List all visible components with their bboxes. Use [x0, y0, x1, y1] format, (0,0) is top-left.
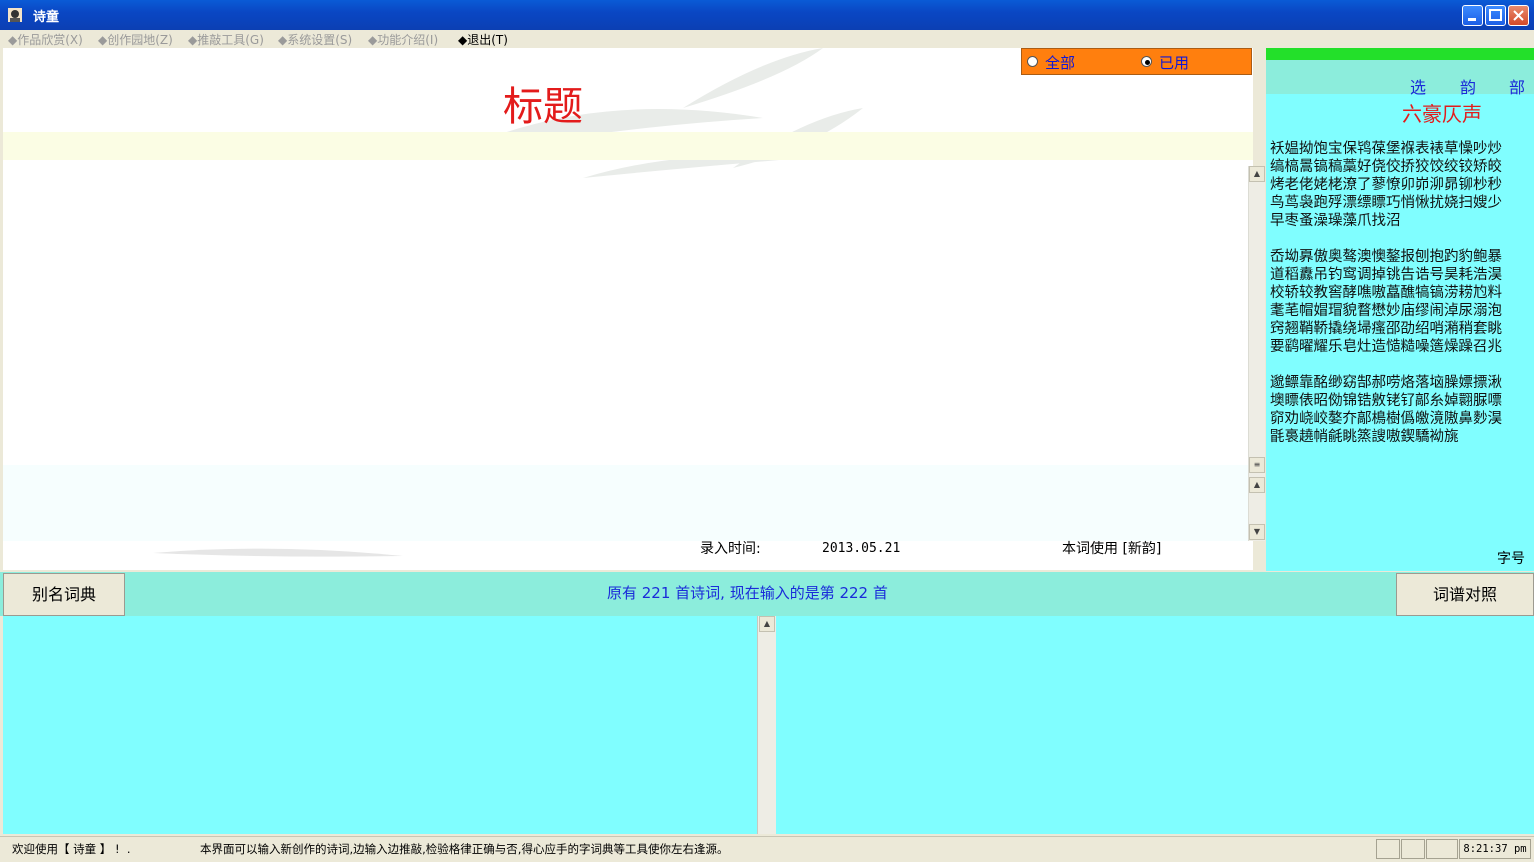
poem-body-bottom[interactable]: [3, 465, 1253, 541]
input-time-value: 2013.05.21: [822, 541, 901, 556]
rhyme-filter: 全部 已用: [1021, 48, 1252, 75]
menu-about[interactable]: ◆功能介绍(I): [368, 31, 438, 48]
font-size-label[interactable]: 字号: [1497, 548, 1525, 568]
minimize-icon: [1468, 18, 1476, 21]
rhyme-chars-line[interactable]: 袄媪拗饱宝保鸨葆堡褓表裱草懆吵炒: [1270, 140, 1534, 158]
rhyme-chars-line[interactable]: 早枣蚤澡璪藻爪找沼: [1270, 212, 1534, 230]
menu-works[interactable]: ◆作品欣赏(X): [8, 31, 83, 48]
maximize-button[interactable]: [1485, 5, 1506, 26]
rhyme-panel: 选 韵 部 六豪仄声 袄媪拗饱宝保鸨葆堡褓表裱草懆吵炒 缟槁暠镐稿藁好侥佼挢狡饺…: [1266, 48, 1534, 571]
scroll-up-button[interactable]: ▲: [759, 616, 775, 632]
menu-exit[interactable]: ◆退出(T): [458, 31, 508, 48]
welcome-text: 欢迎使用【 诗童 】 ! .: [12, 842, 131, 856]
scroll-down-button[interactable]: ▼: [1249, 524, 1265, 540]
rhyme-chars-line[interactable]: 道稻纛吊钓窎调掉铫告诰号昊耗浩淏: [1270, 266, 1534, 284]
rhyme-chars-line[interactable]: 烤老佬姥栳潦了蓼憭卯峁泖昴铆杪秒: [1270, 176, 1534, 194]
input-time-label: 录入时间:: [700, 541, 761, 557]
scroll-up-button[interactable]: ▲: [1249, 166, 1265, 182]
status-panel-2: [1401, 839, 1425, 859]
bottom-right-pane[interactable]: [776, 616, 1534, 834]
rhyme-chars-line[interactable]: 要鹞曜耀乐皂灶造慥糙噪簉燥躁召兆: [1270, 338, 1534, 356]
rhyme-chars-line[interactable]: 毷裛趬帩毹眺篜謏嗷鍥驕袎旐: [1270, 428, 1534, 446]
title-bar[interactable]: 诗童: [0, 0, 1534, 30]
poem-title-placeholder: 标题: [503, 84, 583, 130]
info-bar: 别名词典 原有 221 首诗词, 现在输入的是第 222 首 词谱对照: [0, 572, 1534, 616]
menu-tools[interactable]: ◆推敲工具(G): [188, 31, 264, 48]
close-button[interactable]: [1508, 5, 1529, 26]
poem-editor[interactable]: 标题 录入时间: 2013.05.21 本词使用 [新韵]: [3, 48, 1253, 570]
status-panel-1: [1376, 839, 1400, 859]
status-panel-3: [1426, 839, 1458, 859]
radio-all-label[interactable]: 全部: [1045, 52, 1075, 73]
rhyme-chars-line[interactable]: 校轿较教窖酵噍嗷藠醮犒镐涝耢尥料: [1270, 284, 1534, 302]
poem-title-input[interactable]: [3, 132, 1253, 160]
rhyme-chars-line[interactable]: 窌劝峣峧嫯夰鄗樢樹僞皦滰隞鼻麨淏: [1270, 410, 1534, 428]
tab-section[interactable]: 部: [1509, 74, 1525, 98]
menu-bar: ◆作品欣赏(X) ◆创作园地(Z) ◆推敲工具(G) ◆系统设置(S) ◆功能介…: [0, 30, 1534, 48]
rhyme-group-title: 六豪仄声: [1402, 102, 1482, 126]
status-bar: 欢迎使用【 诗童 】 ! . 本界面可以输入新创作的诗词,边输入边推敲,检验格律…: [0, 836, 1534, 862]
radio-all[interactable]: [1027, 56, 1038, 67]
radio-used-label[interactable]: 已用: [1159, 52, 1189, 73]
rhyme-chars-line[interactable]: 岙坳奡傲奥骜澳懊鏊报刨抱趵豹鲍暴: [1270, 248, 1534, 266]
menu-settings[interactable]: ◆系统设置(S): [278, 31, 352, 48]
app-icon: [8, 8, 22, 22]
rhyme-chars-line[interactable]: 鸟茑袅跑殍漂缥瞟巧悄愀扰娆扫嫂少: [1270, 194, 1534, 212]
editor-scrollbar[interactable]: ▲ ≡ ▲ ▼: [1248, 166, 1265, 541]
tab-select[interactable]: 选: [1410, 74, 1426, 98]
scroll-thumb[interactable]: ≡: [1249, 457, 1265, 473]
minimize-button[interactable]: [1462, 5, 1483, 26]
scroll-up-button-2[interactable]: ▲: [1249, 477, 1265, 493]
bottom-left-pane[interactable]: [3, 616, 757, 834]
bottom-scrollbar[interactable]: ▲: [757, 616, 776, 834]
poem-count-text: 原有 221 首诗词, 现在输入的是第 222 首: [607, 584, 888, 602]
clock: 8:21:37 pm: [1459, 839, 1531, 859]
rhyme-chars-line[interactable]: 耄芼帽媢瑁貌瞀懋妙庙缪闹淖尿溺泡: [1270, 302, 1534, 320]
ci-pu-compare-button[interactable]: 词谱对照: [1396, 573, 1534, 616]
alias-dictionary-button[interactable]: 别名词典: [3, 573, 125, 616]
rhyme-chars-line[interactable]: 墺瞟俵昭俲锦锆敫铑钌鄗糸婥翾脲嘌: [1270, 392, 1534, 410]
rhyme-chars-line[interactable]: 邈鳔靠酩缈窈郜郝唠烙落垴臊嫖摽湫: [1270, 374, 1534, 392]
leaf-decoration: [153, 548, 403, 557]
tab-rhyme[interactable]: 韵: [1460, 74, 1476, 98]
menu-create[interactable]: ◆创作园地(Z): [98, 31, 173, 48]
radio-selected-dot: [1145, 60, 1150, 65]
rhyme-chars-line[interactable]: 缟槁暠镐稿藁好侥佼挢狡饺绞铰矫皎: [1270, 158, 1534, 176]
close-icon: [1513, 10, 1524, 21]
window-title: 诗童: [33, 10, 60, 25]
radio-used[interactable]: [1141, 56, 1152, 67]
bamboo-leaf-decoration: [443, 48, 863, 178]
rhyme-usage-label: 本词使用 [新韵]: [1062, 541, 1162, 557]
rhyme-progress-bar: [1266, 48, 1534, 60]
rhyme-chars-line[interactable]: 窍翘鞘鞒撬绕埽瘙邵劭绍哨潲稍套眺: [1270, 320, 1534, 338]
hint-text: 本界面可以输入新创作的诗词,边输入边推敲,检验格律正确与否,得心应手的字词典等工…: [200, 842, 729, 856]
rhyme-panel-header: 选 韵 部: [1266, 60, 1534, 97]
maximize-icon: [1489, 9, 1502, 21]
